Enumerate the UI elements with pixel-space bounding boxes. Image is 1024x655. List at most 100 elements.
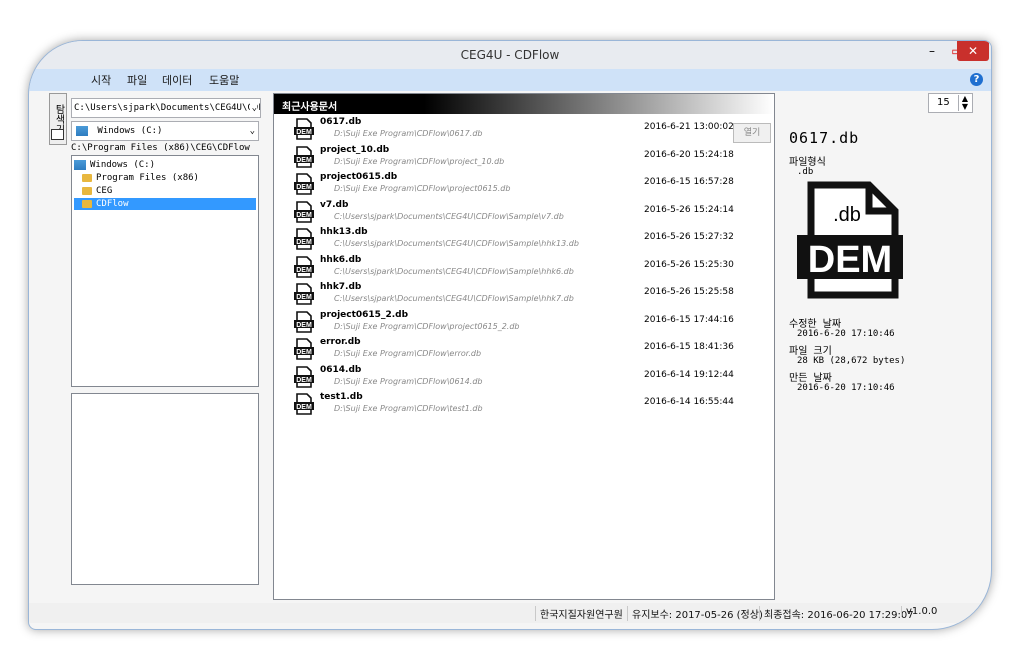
recent-file-name: project0615.db: [320, 172, 398, 182]
recent-file-row[interactable]: DEM hhk13.db C:\Users\sjpark\Documents\CEG…: [274, 226, 774, 253]
recent-file-row[interactable]: DEM hhk7.db C:\Users\sjpark\Documents\CEG4…: [274, 281, 774, 308]
menu-file[interactable]: 파일: [127, 72, 147, 88]
recent-file-row[interactable]: DEM project0615.db D:\Suji Exe Program\CDF…: [274, 171, 774, 198]
recent-file-name: error.db: [320, 337, 361, 347]
info-modified-label: 수정한 날짜: [789, 319, 842, 330]
chevron-down-icon[interactable]: ⌄: [249, 99, 257, 117]
info-type-label: 파일형식: [789, 157, 826, 168]
recent-file-path: D:\Suji Exe Program\CDFlow\error.db: [334, 349, 482, 358]
svg-text:DEM: DEM: [296, 239, 312, 246]
folder-tree[interactable]: Windows (C:) Program Files (x86) CEG CDF…: [71, 155, 259, 387]
svg-text:DEM: DEM: [296, 376, 312, 383]
recent-file-row[interactable]: DEM project_10.db D:\Suji Exe Program\CDFl…: [274, 144, 774, 171]
folder-icon: [82, 199, 92, 208]
recent-file-row[interactable]: DEM v7.db C:\Users\sjpark\Documents\CEG4U\…: [274, 199, 774, 226]
svg-text:DEM: DEM: [808, 239, 892, 281]
menu-help[interactable]: 도움말: [209, 72, 239, 88]
count-spinner-value: 15: [937, 97, 950, 108]
spin-arrows-icon[interactable]: ▲ ▼: [958, 95, 971, 111]
dem-file-icon: .db DEM: [797, 181, 903, 299]
recent-file-date: 2016-6-15 16:57:28: [644, 177, 734, 187]
dem-file-icon: DEM: [294, 338, 314, 360]
drive-combobox-value: Windows (C:): [97, 126, 163, 136]
recent-file-date: 2016-5-26 15:25:58: [644, 287, 734, 297]
tree-item[interactable]: CEG: [82, 185, 112, 197]
tree-item-label: CEG: [96, 186, 113, 196]
recent-file-row[interactable]: DEM test1.db D:\Suji Exe Program\CDFlow\te…: [274, 391, 774, 418]
recent-file-name: hhk6.db: [320, 254, 362, 265]
recent-documents-header: 최근사용문서: [274, 94, 774, 114]
recent-file-row[interactable]: DEM 0617.db D:\Suji Exe Program\CDFlow\061…: [274, 116, 774, 143]
info-size-label: 파일 크기: [789, 346, 832, 357]
recent-file-date: 2016-6-21 13:00:02: [644, 122, 734, 132]
dem-file-icon: DEM: [294, 145, 314, 168]
count-spinner[interactable]: 15 ▲ ▼: [928, 93, 973, 113]
svg-text:.db: .db: [833, 204, 861, 226]
svg-text:DEM: DEM: [296, 321, 312, 328]
menu-bar: 시작 파일 데이터 도움말 ?: [29, 69, 991, 91]
drive-icon: [74, 159, 86, 170]
open-button[interactable]: 열기: [733, 123, 771, 143]
dem-file-icon: DEM: [294, 118, 314, 140]
dem-file-icon: DEM: [294, 200, 314, 223]
recent-file-row[interactable]: DEM error.db D:\Suji Exe Program\CDFlow\er…: [274, 336, 774, 363]
recent-documents-title: 최근사용문서: [282, 102, 338, 113]
tree-item-selected[interactable]: CDFlow: [74, 198, 256, 210]
recent-file-name: hhk13.db: [320, 227, 368, 237]
close-button[interactable]: ✕: [957, 41, 989, 61]
dem-file-icon: DEM: [294, 393, 314, 415]
recent-file-path: C:\Users\sjpark\Documents\CEG4U\CDFlow\S…: [334, 266, 574, 276]
recent-file-date: 2016-6-15 17:44:16: [644, 314, 734, 325]
info-modified-value: 2016-6-20 17:10:46: [797, 329, 895, 339]
recent-file-name: v7.db: [320, 199, 349, 210]
recent-file-path: D:\Suji Exe Program\CDFlow\test1.db: [334, 404, 483, 413]
info-created-label: 만든 날짜: [789, 373, 832, 384]
status-last-access: 최종접속: 2016-06-20 17:29:07: [759, 606, 914, 621]
document-icon[interactable]: [51, 129, 64, 140]
recent-documents-panel: 최근사용문서 DEM 0617.db D:\Suji Exe Program\CDF…: [273, 93, 775, 600]
recent-file-date: 2016-6-14 19:12:44: [644, 369, 734, 380]
dem-file-icon: DEM: [294, 310, 314, 333]
recent-file-date: 2016-6-15 18:41:36: [644, 342, 734, 352]
recent-file-row[interactable]: DEM hhk6.db C:\Users\sjpark\Documents\CEG4…: [274, 254, 774, 281]
recent-file-path: D:\Suji Exe Program\CDFlow\0617.db: [334, 129, 483, 138]
path-combobox-value: C:\Users\sjpark\Documents\CEG4U\CDFlo: [74, 103, 261, 113]
svg-text:DEM: DEM: [296, 266, 312, 273]
menu-data[interactable]: 데이터: [162, 72, 192, 88]
folder-icon: [82, 173, 92, 182]
status-maintenance: 유지보수: 2017-05-26 (정상): [627, 606, 763, 621]
status-version: v1.0.0: [901, 606, 937, 617]
tree-item[interactable]: Windows (C:): [74, 159, 155, 171]
dem-file-icon: DEM: [294, 228, 314, 250]
chevron-down-icon[interactable]: ⌄: [250, 122, 255, 140]
recent-file-name: project0615_2.db: [320, 309, 409, 320]
help-icon[interactable]: ?: [970, 73, 983, 86]
dem-file-icon: DEM: [294, 255, 314, 278]
recent-file-date: 2016-5-26 15:24:14: [644, 204, 734, 215]
recent-file-name: 0614.db: [320, 364, 362, 375]
svg-text:DEM: DEM: [296, 404, 312, 411]
recent-file-date: 2016-6-14 16:55:44: [644, 397, 734, 407]
recent-file-path: C:\Users\sjpark\Documents\CEG4U\CDFlow\S…: [334, 211, 564, 221]
status-bar: 한국지질자원연구원 유지보수: 2017-05-26 (정상) 최종접속: 20…: [29, 603, 991, 623]
menu-start[interactable]: 시작: [91, 72, 111, 88]
recent-file-date: 2016-5-26 15:25:30: [644, 259, 734, 270]
info-filename: 0617.db: [789, 129, 860, 147]
status-organization: 한국지질자원연구원: [535, 606, 623, 621]
tree-item[interactable]: Program Files (x86): [82, 172, 199, 184]
info-type-value: .db: [797, 167, 814, 177]
dem-file-icon: DEM: [294, 173, 314, 195]
recent-file-path: D:\Suji Exe Program\CDFlow\project0615_2…: [334, 321, 520, 331]
svg-text:DEM: DEM: [296, 294, 312, 301]
folder-icon: [82, 186, 92, 195]
recent-file-path: D:\Suji Exe Program\CDFlow\project0615.d…: [334, 184, 511, 193]
info-created-value: 2016-6-20 17:10:46: [797, 383, 895, 393]
recent-file-row[interactable]: DEM 0614.db D:\Suji Exe Program\CDFlow\061…: [274, 364, 774, 391]
path-combobox[interactable]: C:\Users\sjpark\Documents\CEG4U\CDFlo ⌄: [71, 98, 261, 118]
drive-combobox[interactable]: Windows (C:) ⌄: [71, 121, 259, 141]
minimize-button[interactable]: –: [921, 41, 943, 61]
recent-file-name: hhk7.db: [320, 282, 362, 292]
file-info-panel: 0617.db 파일형식 .db .db DEM 수정한 날짜 2016-6-2…: [787, 121, 967, 421]
recent-file-row[interactable]: DEM project0615_2.db D:\Suji Exe Program\C…: [274, 309, 774, 336]
file-list-box[interactable]: [71, 393, 259, 585]
